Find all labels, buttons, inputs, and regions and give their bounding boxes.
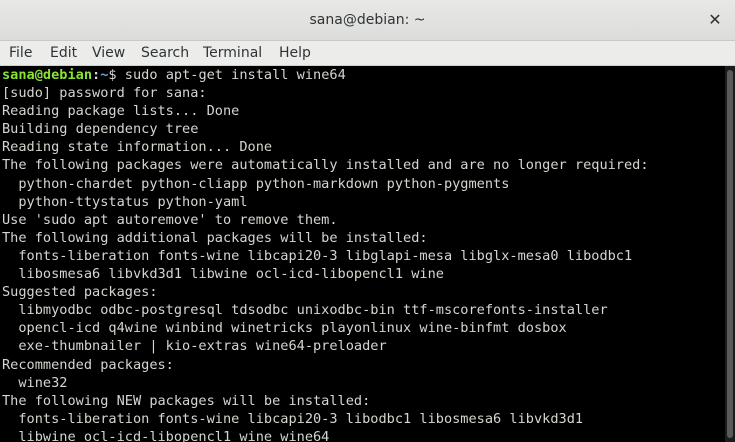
output-line: The following NEW packages will be insta… bbox=[2, 392, 371, 409]
menu-help[interactable]: Help bbox=[279, 41, 311, 65]
prompt-separator: : bbox=[92, 67, 101, 83]
output-line: libmyodbc odbc-postgresql tdsodbc unixod… bbox=[2, 302, 608, 319]
menu-search[interactable]: Search bbox=[141, 41, 189, 65]
prompt-user-host: sana@debian bbox=[2, 67, 93, 83]
output-line: fonts-liberation fonts-wine libcapi20-3 … bbox=[2, 410, 584, 427]
output-line: python-ttystatus python-yaml bbox=[2, 193, 248, 210]
output-line: The following packages were automaticall… bbox=[2, 157, 649, 174]
output-line: wine32 bbox=[2, 374, 68, 391]
close-icon[interactable]: ✕ bbox=[703, 8, 727, 32]
window-title: sana@debian: ~ bbox=[309, 12, 426, 28]
output-line: Suggested packages: bbox=[2, 284, 158, 301]
title-bar[interactable]: sana@debian: ~ ✕ bbox=[0, 0, 735, 41]
output-line: opencl-icd q4wine winbind winetricks pla… bbox=[2, 320, 567, 337]
menu-file[interactable]: File bbox=[9, 41, 32, 65]
prompt-symbol: $ bbox=[108, 67, 125, 83]
output-line: Use 'sudo apt autoremove' to remove them… bbox=[2, 211, 338, 228]
output-line: Reading package lists... Done bbox=[2, 103, 240, 120]
output-line: python-chardet python-cliapp python-mark… bbox=[2, 175, 510, 192]
output-line: The following additional packages will b… bbox=[2, 229, 428, 246]
terminal-output[interactable]: sana@debian:~$ sudo apt-get install wine… bbox=[0, 66, 725, 442]
output-line: libwine ocl-icd-libopencl1 wine wine64 bbox=[2, 428, 330, 442]
output-line: [sudo] password for sana: bbox=[2, 85, 207, 102]
prompt-command: sudo apt-get install wine64 bbox=[124, 67, 346, 83]
prompt-line: sana@debian:~$ sudo apt-get install wine… bbox=[0, 66, 725, 84]
menu-bar: File Edit View Search Terminal Help bbox=[0, 41, 735, 66]
menu-edit[interactable]: Edit bbox=[50, 41, 77, 65]
scrollbar[interactable] bbox=[725, 66, 735, 442]
output-line: Reading state information... Done bbox=[2, 139, 273, 156]
menu-terminal[interactable]: Terminal bbox=[203, 41, 262, 65]
scrollbar-thumb[interactable] bbox=[727, 70, 733, 438]
menu-view[interactable]: View bbox=[92, 41, 125, 65]
terminal-window: sana@debian: ~ ✕ File Edit View Search T… bbox=[0, 0, 735, 442]
output-line: exe-thumbnailer | kio-extras wine64-prel… bbox=[2, 338, 387, 355]
output-line: Building dependency tree bbox=[2, 121, 199, 138]
output-line: libosmesa6 libvkd3d1 libwine ocl-icd-lib… bbox=[2, 266, 444, 283]
output-line: Recommended packages: bbox=[2, 356, 174, 373]
output-line: fonts-liberation fonts-wine libcapi20-3 … bbox=[2, 247, 633, 264]
